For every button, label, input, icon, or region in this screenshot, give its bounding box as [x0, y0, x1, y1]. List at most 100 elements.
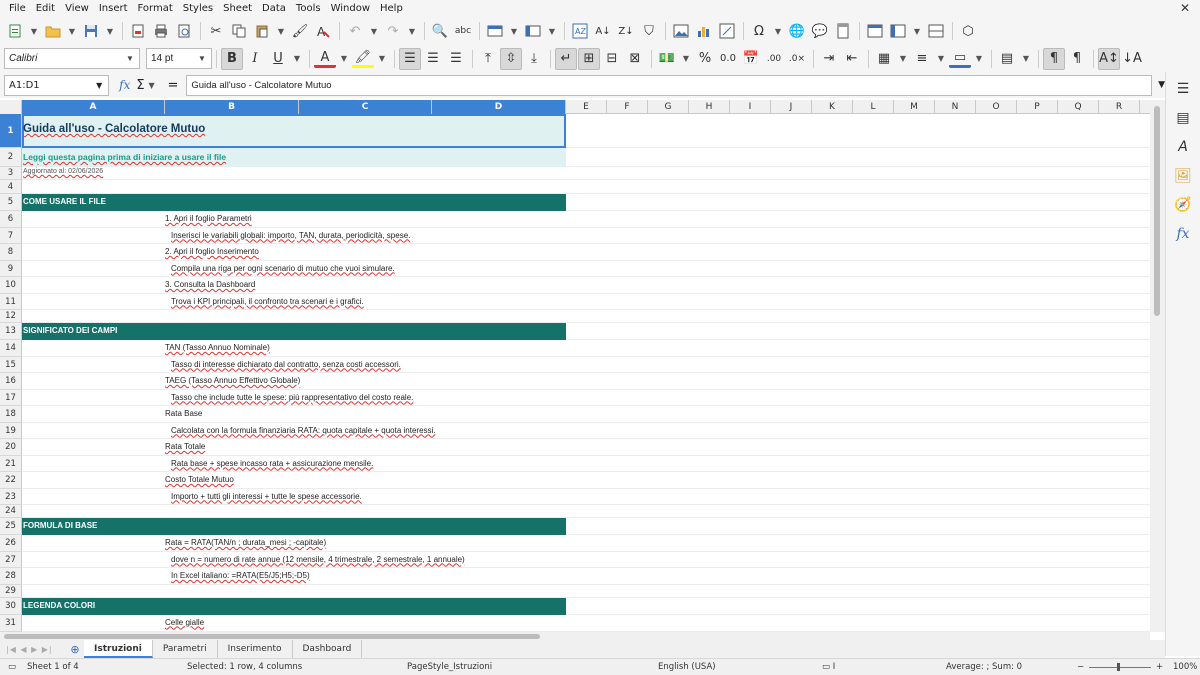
- chevron-down-icon[interactable]: ▼: [375, 48, 389, 70]
- menu-data[interactable]: Data: [257, 3, 291, 14]
- row-header[interactable]: 29: [0, 584, 22, 598]
- merge-center-icon[interactable]: ⊞: [578, 47, 600, 70]
- merge-cells-icon[interactable]: ⊟: [601, 48, 623, 70]
- menu-format[interactable]: Format: [133, 3, 178, 14]
- row-cells[interactable]: Trova i KPI principali, il confronto tra…: [22, 294, 1150, 310]
- expand-formula-bar-icon[interactable]: ▼: [1158, 80, 1165, 90]
- row-cells[interactable]: 3. Consulta la Dashboard: [22, 277, 1150, 294]
- row-header[interactable]: 5: [0, 194, 22, 211]
- row-header[interactable]: 23: [0, 488, 22, 505]
- menu-insert[interactable]: Insert: [94, 3, 133, 14]
- row-header[interactable]: 24: [0, 505, 22, 518]
- column-header-f[interactable]: F: [607, 100, 648, 114]
- row-cells[interactable]: [22, 505, 1150, 518]
- row-cells[interactable]: Inserisci le variabili globali: importo,…: [22, 228, 1150, 244]
- comment-icon[interactable]: 💬: [809, 20, 831, 42]
- export-pdf-icon[interactable]: [127, 20, 149, 42]
- insert-image-icon[interactable]: [670, 20, 692, 42]
- bold-button[interactable]: B: [221, 47, 243, 70]
- menu-tools[interactable]: Tools: [291, 3, 326, 14]
- autofilter-icon[interactable]: ⛉: [638, 20, 660, 42]
- row-header[interactable]: 21: [0, 455, 22, 472]
- copy-icon[interactable]: [228, 20, 250, 42]
- pivot-table-icon[interactable]: [716, 20, 738, 42]
- chevron-down-icon[interactable]: ▼: [405, 20, 419, 42]
- row-cells[interactable]: 1. Apri il foglio Parametri: [22, 211, 1150, 228]
- zoom-slider[interactable]: [1089, 667, 1151, 668]
- row-header[interactable]: 15: [0, 356, 22, 373]
- menu-help[interactable]: Help: [375, 3, 408, 14]
- chevron-down-icon[interactable]: ▼: [145, 74, 159, 96]
- vertical-scrollbar[interactable]: [1150, 100, 1165, 632]
- split-window-icon[interactable]: [925, 20, 947, 42]
- column-header-a[interactable]: A: [22, 100, 165, 114]
- properties-icon[interactable]: ▤: [1172, 107, 1194, 129]
- sidebar-menu-icon[interactable]: ☰: [1172, 78, 1194, 100]
- row-cells[interactable]: Calcolata con la formula finanziaria RAT…: [22, 423, 1150, 439]
- menu-file[interactable]: File: [4, 3, 31, 14]
- undo-icon[interactable]: ↶: [344, 20, 366, 42]
- chevron-down-icon[interactable]: ▼: [103, 20, 117, 42]
- align-center-icon[interactable]: ☰: [422, 48, 444, 70]
- redo-icon[interactable]: ↷: [382, 20, 404, 42]
- gallery-icon[interactable]: 🖼: [1172, 165, 1194, 187]
- align-bottom-icon[interactable]: ⤓: [523, 48, 545, 70]
- sort-ascending-icon[interactable]: A↓: [592, 20, 614, 42]
- paste-icon[interactable]: [251, 20, 273, 42]
- menu-view[interactable]: View: [60, 3, 94, 14]
- chevron-down-icon[interactable]: ▼: [27, 20, 41, 42]
- column-header-j[interactable]: J: [771, 100, 812, 114]
- align-middle-icon[interactable]: ⇳: [500, 47, 522, 70]
- row-header[interactable]: 11: [0, 293, 22, 310]
- row-header[interactable]: 2: [0, 148, 22, 167]
- header-footer-icon[interactable]: [832, 20, 854, 42]
- chevron-down-icon[interactable]: ▼: [896, 48, 910, 70]
- row-cells[interactable]: Guida all'uso - Calcolatore Mutuo: [22, 114, 1150, 148]
- chevron-down-icon[interactable]: ▼: [910, 20, 924, 42]
- tab-istruzioni[interactable]: Istruzioni: [84, 640, 153, 658]
- left-to-right-icon[interactable]: ¶: [1043, 47, 1065, 70]
- row-header[interactable]: 17: [0, 389, 22, 406]
- column-header-m[interactable]: M: [894, 100, 935, 114]
- row-cells[interactable]: Aggiornato al: 02/06/2026: [22, 167, 1150, 180]
- chevron-down-icon[interactable]: ▼: [65, 20, 79, 42]
- show-draw-functions-icon[interactable]: ⬡: [957, 20, 979, 42]
- spreadsheet-grid[interactable]: A B C D E F G H I J K L M N O P Q R 1 Gu…: [0, 100, 1150, 632]
- row-cells[interactable]: [22, 585, 1150, 598]
- sort-icon[interactable]: AZ: [569, 20, 591, 42]
- menu-edit[interactable]: Edit: [31, 3, 60, 14]
- row-cells[interactable]: Importo + tutti gli interessi + tutte le…: [22, 489, 1150, 505]
- column-header-r[interactable]: R: [1099, 100, 1140, 114]
- horizontal-scrollbar[interactable]: [0, 632, 1150, 640]
- align-left-icon[interactable]: ☰: [399, 47, 421, 70]
- conditional-format-icon[interactable]: ▤: [996, 48, 1018, 70]
- sum-icon[interactable]: Σ: [136, 78, 144, 93]
- tab-dashboard[interactable]: Dashboard: [293, 640, 363, 658]
- add-decimal-icon[interactable]: .00: [763, 48, 785, 70]
- row-cells[interactable]: SIGNIFICATO DEI CAMPI: [22, 323, 1150, 340]
- insert-chart-icon[interactable]: [693, 20, 715, 42]
- chevron-down-icon[interactable]: ▼: [679, 48, 693, 70]
- column-header-l[interactable]: L: [853, 100, 894, 114]
- row-header[interactable]: 18: [0, 406, 22, 423]
- unmerge-cells-icon[interactable]: ⊠: [624, 48, 646, 70]
- row-cells[interactable]: In Excel italiano: =RATA(E5/J5;H5;-D5): [22, 568, 1150, 585]
- border-style-icon[interactable]: ≡: [911, 48, 933, 70]
- date-format-icon[interactable]: 📅: [740, 48, 762, 70]
- row-cells[interactable]: Tasso di interesse dichiarato dal contra…: [22, 357, 1150, 373]
- row-cells[interactable]: LEGENDA COLORI: [22, 597, 1150, 615]
- column-icon[interactable]: [522, 20, 544, 42]
- column-header-g[interactable]: G: [648, 100, 689, 114]
- formula-input[interactable]: Guida all'uso - Calcolatore Mutuo: [186, 74, 1153, 96]
- row-cells[interactable]: Rata base + spese incasso rata + assicur…: [22, 456, 1150, 472]
- column-header-d[interactable]: D: [432, 100, 566, 114]
- formula-icon[interactable]: =: [167, 78, 178, 93]
- row-cells[interactable]: dove n = numero di rate annue (12 mensil…: [22, 552, 1150, 568]
- row-cells[interactable]: Celle gialle: [22, 615, 1150, 632]
- row-header[interactable]: 26: [0, 535, 22, 552]
- chevron-down-icon[interactable]: ▼: [121, 49, 139, 68]
- save-icon[interactable]: [80, 20, 102, 42]
- font-size-box[interactable]: 14 pt ▼: [146, 48, 212, 69]
- hyperlink-icon[interactable]: 🌐: [786, 20, 808, 42]
- row-header[interactable]: 9: [0, 260, 22, 277]
